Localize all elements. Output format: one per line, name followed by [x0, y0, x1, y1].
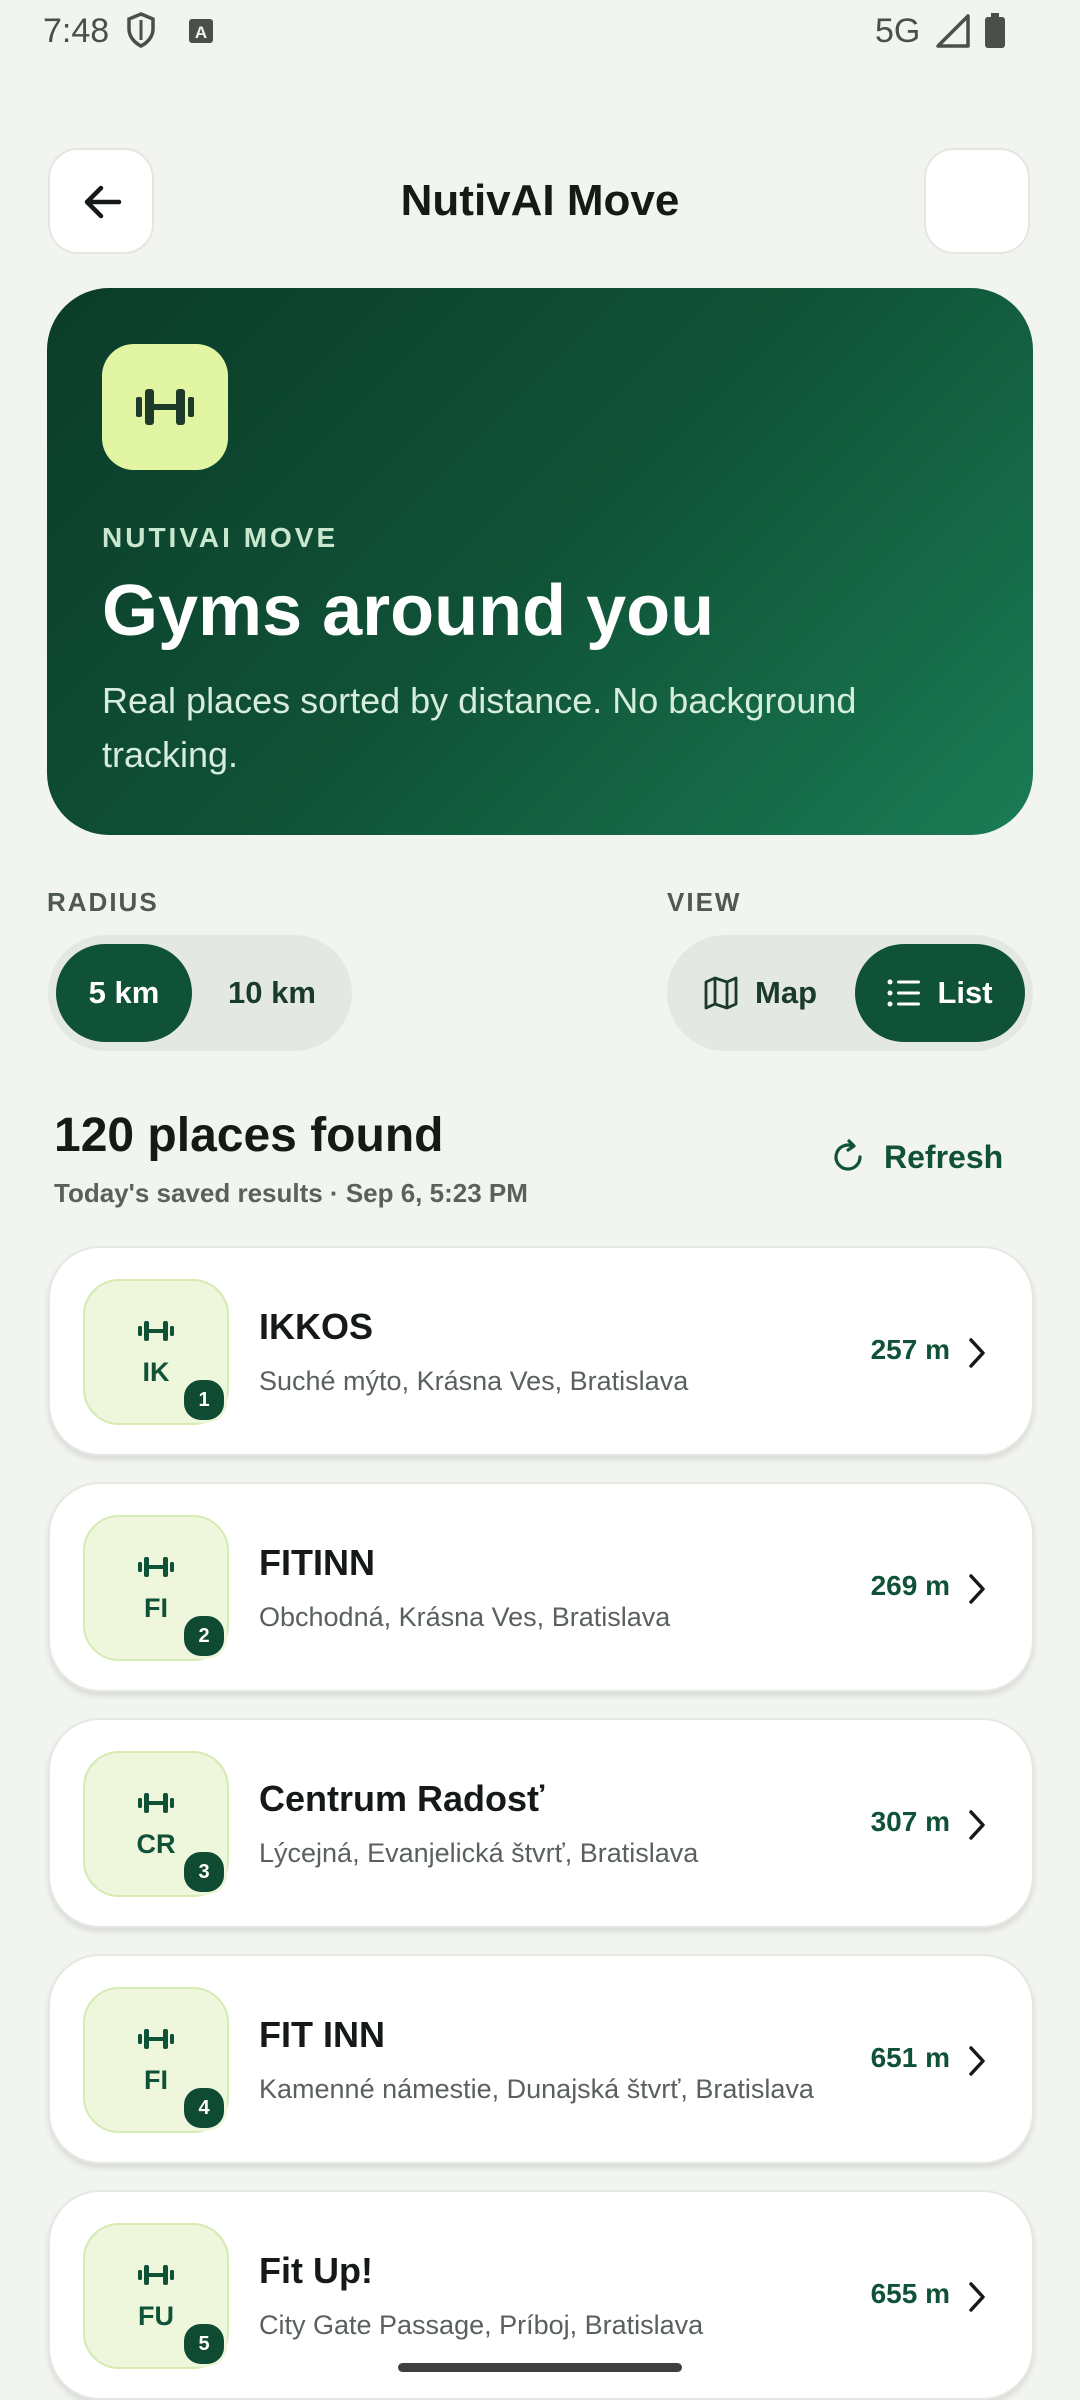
place-address: Obchodná, Krásna Ves, Bratislava — [259, 1602, 671, 1632]
place-card[interactable]: IK 1 IKKOS Suché mýto, Krásna Ves, Brati… — [48, 1246, 1034, 1456]
place-address: City Gate Passage, Príboj, Bratislava — [259, 2310, 704, 2340]
place-distance: 307 m — [870, 1806, 950, 1837]
list-icon — [887, 979, 921, 1007]
place-rank: 1 — [181, 1377, 227, 1423]
refresh-icon — [834, 1139, 862, 1171]
place-badge: FU 5 — [83, 2223, 229, 2369]
place-badge: FI 2 — [83, 1515, 229, 1661]
refresh-button[interactable]: Refresh — [830, 1132, 1003, 1182]
place-name: FIT INN — [259, 2014, 385, 2055]
signal-icon — [935, 14, 971, 53]
status-time: 7:48 — [43, 12, 110, 50]
place-badge: CR 3 — [83, 1751, 229, 1897]
place-name: Fit Up! — [259, 2250, 373, 2291]
network-type: 5G — [875, 12, 921, 50]
dumbbell-icon — [138, 2029, 174, 2049]
place-address: Lýcejná, Evanjelická štvrť, Bratislava — [259, 1838, 699, 1868]
results-count: 120 places found — [54, 1109, 444, 1162]
place-distance: 651 m — [870, 2042, 950, 2073]
place-rank: 4 — [181, 2085, 227, 2131]
place-address: Kamenné námestie, Dunajská štvrť, Bratis… — [259, 2074, 814, 2104]
view-option-map[interactable]: Map — [675, 944, 845, 1042]
hero-icon-tile — [102, 344, 228, 470]
place-distance: 269 m — [870, 1570, 950, 1601]
dumbbell-icon — [138, 1557, 174, 1577]
refresh-label: Refresh — [884, 1138, 1004, 1175]
chevron-right-icon — [969, 1574, 985, 1604]
dumbbell-icon — [138, 2265, 174, 2285]
place-distance: 257 m — [870, 1334, 950, 1365]
results-meta: Today's saved results · Sep 6, 5:23 PM — [54, 1178, 528, 1208]
dumbbell-icon — [138, 1793, 174, 1813]
battery-icon — [984, 13, 1006, 54]
place-card[interactable]: CR 3 Centrum Radosť Lýcejná, Evanjelická… — [48, 1718, 1034, 1928]
hero-card: NUTIVAI MOVE Gyms around you Real places… — [47, 288, 1033, 835]
hero-eyebrow: NUTIVAI MOVE — [102, 522, 339, 553]
svg-text:A: A — [195, 23, 207, 42]
place-distance: 655 m — [870, 2278, 950, 2309]
place-name: IKKOS — [259, 1306, 374, 1347]
place-rank: 3 — [181, 1849, 227, 1895]
status-bar: 7:48 A 5G — [0, 0, 1080, 64]
place-badge: IK 1 — [83, 1279, 229, 1425]
view-option-list-label: List — [937, 975, 993, 1010]
radius-option-5km[interactable]: 5 km — [56, 944, 192, 1042]
hero-title: Gyms around you — [102, 571, 715, 651]
place-rank: 5 — [181, 2321, 227, 2367]
view-selector: Map List — [667, 935, 1033, 1051]
page-title: NutivAI Move — [400, 176, 680, 225]
radius-label: RADIUS — [47, 887, 159, 917]
radius-option-10km[interactable]: 10 km — [200, 944, 344, 1042]
dumbbell-icon — [138, 1321, 174, 1341]
view-label: VIEW — [667, 887, 742, 917]
place-rank: 2 — [181, 1613, 227, 1659]
chevron-right-icon — [969, 1810, 985, 1840]
radius-selector: 5 km 10 km — [48, 935, 352, 1051]
chevron-right-icon — [969, 2046, 985, 2076]
map-icon — [704, 976, 738, 1010]
text-app-icon: A — [188, 18, 214, 49]
place-card[interactable]: FI 2 FITINN Obchodná, Krásna Ves, Bratis… — [48, 1482, 1034, 1692]
header-action-button[interactable] — [924, 148, 1030, 254]
hero-subtitle: Real places sorted by distance. No backg… — [102, 680, 857, 775]
home-indicator[interactable] — [398, 2363, 682, 2372]
view-option-list[interactable]: List — [855, 944, 1025, 1042]
dumbbell-icon — [136, 389, 194, 425]
chevron-right-icon — [969, 1338, 985, 1368]
place-name: Centrum Radosť — [259, 1778, 545, 1819]
place-address: Suché mýto, Krásna Ves, Bratislava — [259, 1366, 689, 1396]
chevron-right-icon — [969, 2282, 985, 2312]
shield-icon — [126, 12, 156, 53]
place-badge: FI 4 — [83, 1987, 229, 2133]
view-option-map-label: Map — [755, 975, 817, 1010]
place-card[interactable]: FI 4 FIT INN Kamenné námestie, Dunajská … — [48, 1954, 1034, 2164]
place-name: FITINN — [259, 1542, 375, 1583]
